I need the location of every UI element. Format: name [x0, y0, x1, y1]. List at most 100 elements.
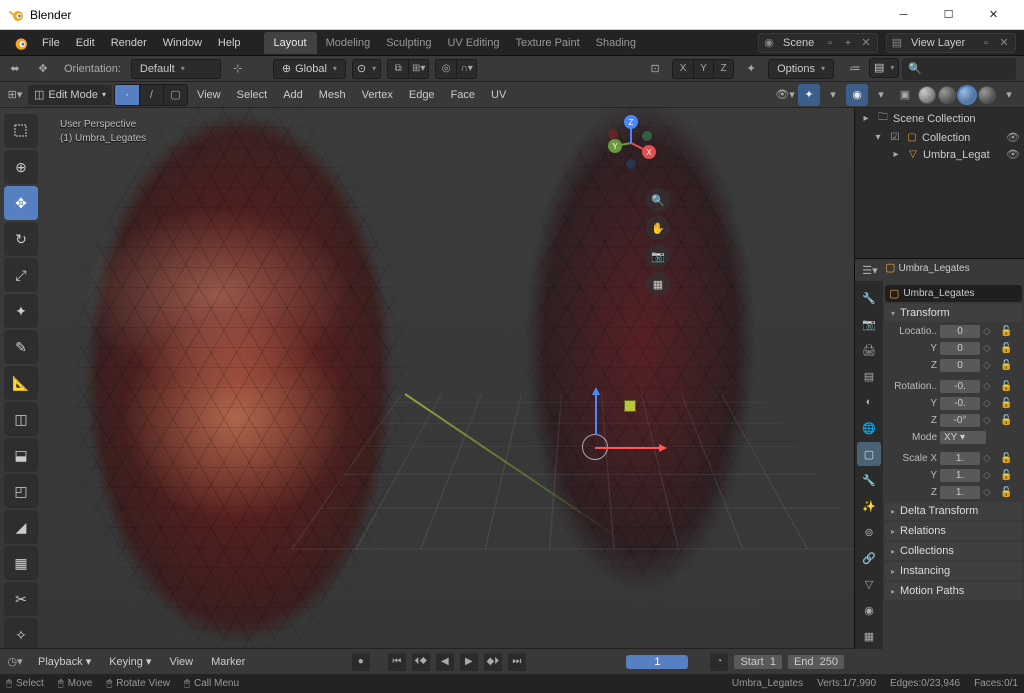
outliner-scene-row[interactable]: ▸ 🗀 Scene Collection: [855, 108, 1024, 129]
menu-file[interactable]: File: [34, 30, 68, 55]
menu-render[interactable]: Render: [103, 30, 155, 55]
location-y-input[interactable]: 0: [940, 342, 980, 355]
overlay-toggle-icon[interactable]: ◉: [846, 84, 868, 106]
rotation-z-input[interactable]: -0°: [940, 414, 980, 427]
extrude-tool[interactable]: ⬓: [4, 438, 38, 472]
gizmo-dropdown-icon[interactable]: ▾: [822, 84, 844, 106]
knife-tool[interactable]: ✂: [4, 582, 38, 616]
play-reverse-icon[interactable]: ◀: [436, 653, 454, 671]
menu-help[interactable]: Help: [210, 30, 249, 55]
keyframe-icon[interactable]: ◇: [983, 360, 997, 371]
collections-panel[interactable]: Collections: [885, 542, 1022, 560]
props-tab-constraints[interactable]: 🔗: [857, 546, 881, 570]
keyframe-prev-icon[interactable]: ⏴◆: [412, 653, 430, 671]
mirror-x-button[interactable]: X: [673, 60, 693, 78]
timeline-view-menu[interactable]: View: [163, 656, 199, 668]
options-dropdown[interactable]: Options: [768, 59, 834, 79]
xray-icon[interactable]: ▣: [894, 84, 916, 106]
preview-range-icon[interactable]: ◔: [710, 653, 728, 671]
mirror-z-button[interactable]: Z: [713, 60, 733, 78]
workspace-tab-layout[interactable]: Layout: [264, 32, 317, 54]
motionpaths-panel[interactable]: Motion Paths: [885, 582, 1022, 600]
header-edge-menu[interactable]: Edge: [402, 82, 442, 107]
keyframe-icon[interactable]: ◇: [983, 326, 997, 337]
snap-group[interactable]: ⧉ ⊞▾: [387, 59, 429, 79]
props-tab-particles[interactable]: ✨: [857, 494, 881, 518]
meshedit-icon[interactable]: ⊡: [644, 58, 666, 80]
outliner-object-row[interactable]: ▸ ▽ Umbra_Legat 👁: [855, 146, 1024, 163]
keyframe-icon[interactable]: ◇: [983, 343, 997, 354]
snap-toggle-icon[interactable]: ⧉: [388, 60, 408, 78]
inset-tool[interactable]: ◰: [4, 474, 38, 508]
transform-tool[interactable]: ✦: [4, 294, 38, 328]
instancing-panel[interactable]: Instancing: [885, 562, 1022, 580]
keyframe-icon[interactable]: ◇: [983, 487, 997, 498]
shading-solid-icon[interactable]: [938, 86, 956, 104]
search-icon[interactable]: 🔍: [902, 58, 1016, 80]
props-tab-viewlayer[interactable]: ▤: [857, 364, 881, 388]
scale-tool[interactable]: ⤢: [4, 258, 38, 292]
props-tab-physics[interactable]: ⊚: [857, 520, 881, 544]
header-uv-menu[interactable]: UV: [484, 82, 513, 107]
scene-new-icon[interactable]: +: [839, 34, 857, 52]
workspace-tab-sculpting[interactable]: Sculpting: [378, 30, 439, 56]
lock-icon[interactable]: 🔓: [1000, 487, 1014, 498]
outliner-collection-row[interactable]: ▾ ☑ ▢ Collection 👁: [855, 129, 1024, 146]
select-box-tool[interactable]: [4, 114, 38, 148]
header-select-menu[interactable]: Select: [230, 82, 275, 107]
props-object-pill[interactable]: ▢ Umbra_Legates: [885, 261, 1020, 279]
keying-menu[interactable]: Keying ▾: [103, 655, 157, 668]
keyframe-icon[interactable]: ◇: [983, 470, 997, 481]
window-minimize-button[interactable]: ─: [881, 0, 926, 29]
props-tab-material[interactable]: ◉: [857, 598, 881, 622]
lock-icon[interactable]: 🔓: [1000, 343, 1014, 354]
pivot-dropdown[interactable]: ⊙: [352, 59, 381, 79]
relations-panel[interactable]: Relations: [885, 522, 1022, 540]
delta-transform-panel[interactable]: Delta Transform: [885, 502, 1022, 520]
shading-rendered-icon[interactable]: [978, 86, 996, 104]
props-tab-scene[interactable]: ◐: [857, 390, 881, 414]
jump-start-icon[interactable]: ⏮: [388, 653, 406, 671]
location-x-input[interactable]: 0: [940, 325, 980, 338]
viewlayer-browse-icon[interactable]: ▫: [977, 34, 995, 52]
visibility-eye-icon[interactable]: 👁: [1006, 131, 1020, 144]
annotate-tool[interactable]: ✎: [4, 330, 38, 364]
proportional-group[interactable]: ◎ ∩▾: [435, 59, 477, 79]
keyframe-icon[interactable]: ◇: [983, 398, 997, 409]
pan-icon[interactable]: ✋: [646, 216, 670, 240]
scale-x-input[interactable]: 1.: [940, 452, 980, 465]
props-tab-modifiers[interactable]: 🔧: [857, 468, 881, 492]
viewlayer-selector[interactable]: ▤ View Layer ▫ ✕: [886, 33, 1016, 53]
lock-icon[interactable]: 🔓: [1000, 470, 1014, 481]
proportional-type-icon[interactable]: ∩▾: [456, 60, 476, 78]
editortype-icon[interactable]: ⊞▾: [4, 84, 26, 106]
current-frame-input[interactable]: 1: [626, 655, 688, 669]
start-frame-input[interactable]: Start 1: [734, 655, 781, 669]
props-tab-render[interactable]: 📷: [857, 312, 881, 336]
keyframe-icon[interactable]: ◇: [983, 453, 997, 464]
tool-drag-icon[interactable]: ⬌: [4, 58, 26, 80]
header-face-menu[interactable]: Face: [444, 82, 482, 107]
orientation-dropdown[interactable]: Default: [131, 59, 221, 79]
props-tab-tool[interactable]: 🔧: [857, 286, 881, 310]
gizmo-x-axis[interactable]: [595, 447, 665, 449]
rotate-tool[interactable]: ↻: [4, 222, 38, 256]
lock-icon[interactable]: 🔓: [1000, 326, 1014, 337]
end-frame-input[interactable]: End 250: [788, 655, 844, 669]
menu-window[interactable]: Window: [155, 30, 210, 55]
bevel-tool[interactable]: ◢: [4, 510, 38, 544]
zoom-icon[interactable]: 🔍: [646, 188, 670, 212]
disclosure-icon[interactable]: ▾: [871, 132, 885, 143]
camera-icon[interactable]: 📷: [646, 244, 670, 268]
loopcut-tool[interactable]: ▦: [4, 546, 38, 580]
autokey-icon[interactable]: ●: [352, 653, 370, 671]
keyframe-next-icon[interactable]: ◆⏵: [484, 653, 502, 671]
props-tab-texture[interactable]: ▦: [857, 624, 881, 648]
rotation-x-input[interactable]: -0.: [940, 380, 980, 393]
workspace-tab-shading[interactable]: Shading: [588, 30, 644, 56]
disclosure-icon[interactable]: ▸: [889, 149, 903, 160]
perspective-toggle-icon[interactable]: ▦: [646, 272, 670, 296]
rotation-y-input[interactable]: -0.: [940, 397, 980, 410]
proportional-toggle-icon[interactable]: ◎: [436, 60, 456, 78]
scene-browse-icon[interactable]: ▫: [821, 34, 839, 52]
